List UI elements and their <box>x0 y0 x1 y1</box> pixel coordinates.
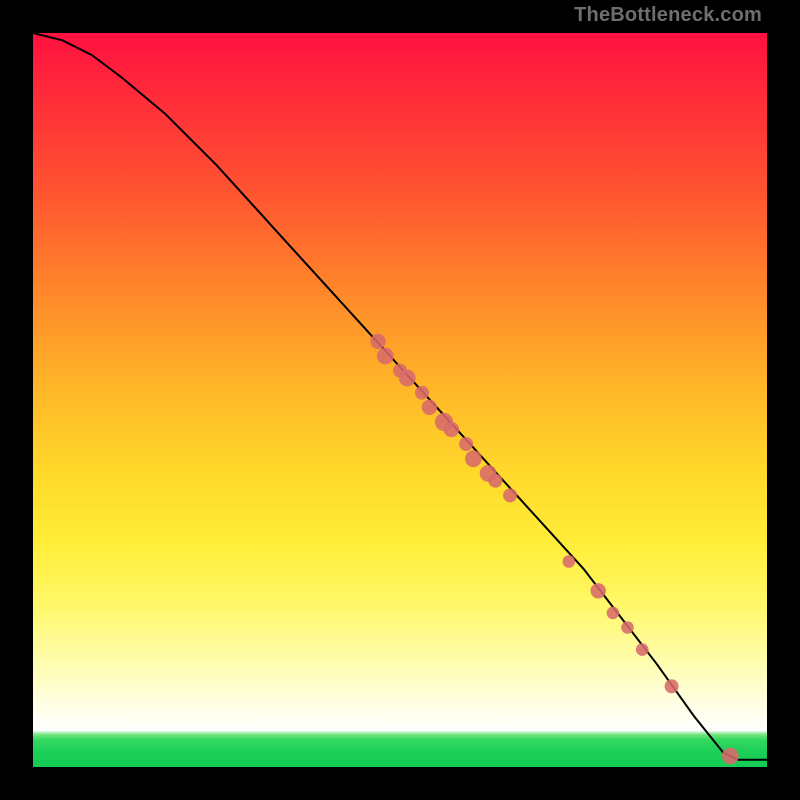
data-point <box>722 748 739 765</box>
data-point <box>465 450 482 467</box>
data-point <box>399 370 416 387</box>
data-point <box>607 607 620 620</box>
data-point <box>459 437 473 451</box>
data-point <box>591 583 606 598</box>
data-point <box>665 679 679 693</box>
data-point <box>370 334 385 349</box>
data-point <box>415 386 429 400</box>
data-point <box>563 555 576 568</box>
data-point <box>422 400 437 415</box>
data-point <box>444 422 459 437</box>
data-point <box>377 348 394 365</box>
data-point <box>636 643 649 656</box>
bottleneck-curve <box>33 33 767 760</box>
plot-area <box>33 33 767 767</box>
data-point <box>503 488 517 502</box>
watermark-text: TheBottleneck.com <box>574 4 762 27</box>
chart-svg <box>33 33 767 767</box>
chart-frame: TheBottleneck.com <box>0 0 800 800</box>
data-point <box>621 621 634 634</box>
data-point <box>488 474 502 488</box>
